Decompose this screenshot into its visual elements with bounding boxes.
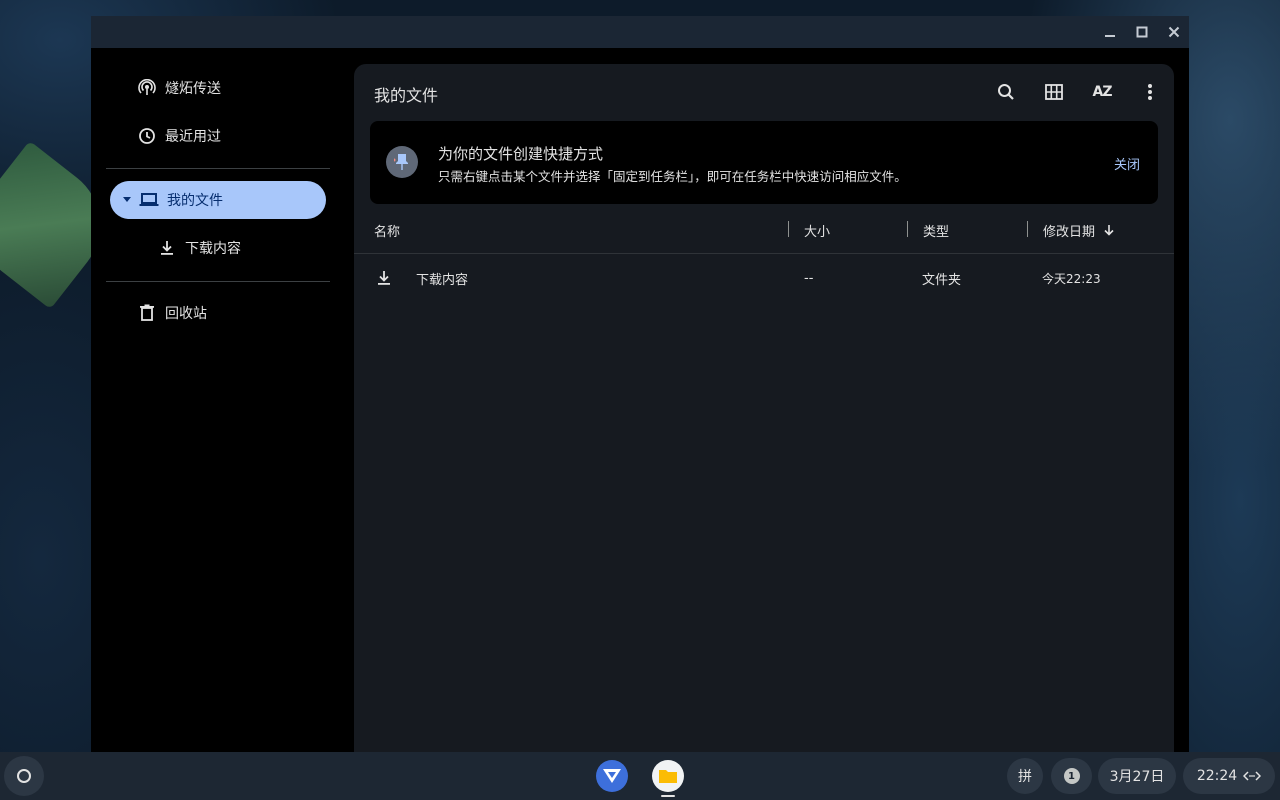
sidebar-item-my-files[interactable]: 我的文件 [110, 181, 326, 219]
banner-title: 为你的文件创建快捷方式 [438, 145, 604, 163]
nearby-share-icon [137, 78, 157, 98]
sidebar-item-label: 最近用过 [165, 129, 221, 145]
title-bar[interactable] [91, 16, 1189, 48]
sidebar-divider [106, 168, 330, 169]
sidebar-item-label: 下载内容 [185, 241, 241, 257]
column-header-size[interactable]: 大小 [804, 216, 830, 244]
banner-dismiss-button[interactable]: 关闭 [1096, 149, 1158, 177]
sidebar-item-recent[interactable]: 最近用过 [110, 117, 326, 155]
laptop-icon [139, 190, 159, 210]
shelf: 拼 1 3月27日 22:24 [0, 752, 1280, 800]
sidebar-divider [106, 281, 330, 282]
file-modified: 今天22:23 [1042, 271, 1101, 286]
sidebar-item-trash[interactable]: 回收站 [110, 294, 326, 332]
column-divider[interactable] [1027, 221, 1028, 237]
column-header-label: 修改日期 [1043, 224, 1096, 240]
grid-view-icon [1045, 84, 1063, 100]
running-indicator [661, 795, 675, 797]
banner-text: 只需右键点击某个文件并选择「固定到任务栏」，即可在任务栏中快速访问相应文件。 [438, 169, 907, 184]
tor-app-icon[interactable] [596, 760, 628, 792]
sidebar-item-label: 我的文件 [167, 193, 223, 209]
shortcut-tip-banner: 为你的文件创建快捷方式 只需右键点击某个文件并选择「固定到任务栏」，即可在任务栏… [370, 121, 1158, 204]
header-divider [354, 253, 1174, 254]
close-icon [1168, 26, 1180, 38]
date-button[interactable]: 3月27日 [1098, 758, 1176, 794]
minimize-icon [1105, 35, 1115, 37]
file-name: 下载内容 [416, 272, 469, 288]
column-header-name[interactable]: 名称 [374, 216, 400, 244]
search-button[interactable] [990, 76, 1022, 108]
sidebar-item-label: 燧炻传送 [165, 81, 221, 97]
ime-indicator[interactable]: 拼 [1007, 758, 1043, 794]
file-list-panel: 我的文件 AZ 为你的文件创建快捷方式 只需右键点击某个文件并选择「固定到任务栏… [354, 64, 1174, 754]
more-options-button[interactable] [1134, 76, 1166, 108]
notification-count-badge: 1 [1063, 768, 1080, 784]
search-icon [998, 84, 1014, 100]
clock-time: 22:24 [1196, 768, 1238, 784]
sidebar-item-label: 回收站 [165, 306, 207, 322]
pin-icon [386, 146, 418, 178]
files-window: 燧炻传送 最近用过 我的文件 下载内容 回收站 我的文件 AZ 为你的文件创建快… [91, 16, 1189, 754]
download-icon [376, 260, 392, 296]
column-header-modified[interactable]: 修改日期 [1043, 216, 1115, 244]
file-size: -- [804, 270, 814, 286]
close-window-button[interactable] [1162, 20, 1186, 44]
column-divider[interactable] [788, 221, 789, 237]
download-icon [157, 238, 177, 258]
file-type: 文件夹 [922, 272, 962, 288]
sidebar-item-downloads[interactable]: 下载内容 [110, 229, 326, 267]
maximize-icon [1136, 26, 1148, 38]
trash-icon [137, 303, 157, 323]
network-icon [1243, 771, 1262, 781]
clock-icon [137, 126, 157, 146]
sidebar-item-nearby-share[interactable]: 燧炻传送 [110, 69, 326, 107]
launcher-icon [17, 769, 31, 783]
minimize-button[interactable] [1098, 20, 1122, 44]
expand-arrow-icon[interactable] [122, 197, 132, 203]
sort-az-icon: AZ [1092, 84, 1113, 100]
table-row[interactable]: 下载内容 -- 文件夹 今天22:23 [354, 260, 1174, 296]
column-header-type[interactable]: 类型 [923, 216, 949, 244]
column-divider[interactable] [907, 221, 908, 237]
page-title: 我的文件 [374, 86, 439, 105]
grid-view-button[interactable] [1038, 76, 1070, 108]
launcher-button[interactable] [4, 756, 44, 796]
notification-button[interactable]: 1 [1051, 758, 1092, 794]
files-app-icon[interactable] [652, 760, 684, 792]
status-area-button[interactable]: 22:24 [1183, 758, 1275, 794]
more-vert-icon [1148, 84, 1152, 100]
arrow-down-icon [1104, 225, 1114, 236]
sort-button[interactable]: AZ [1086, 76, 1118, 108]
sidebar: 燧炻传送 最近用过 我的文件 下载内容 回收站 [91, 48, 343, 752]
maximize-button[interactable] [1130, 20, 1154, 44]
